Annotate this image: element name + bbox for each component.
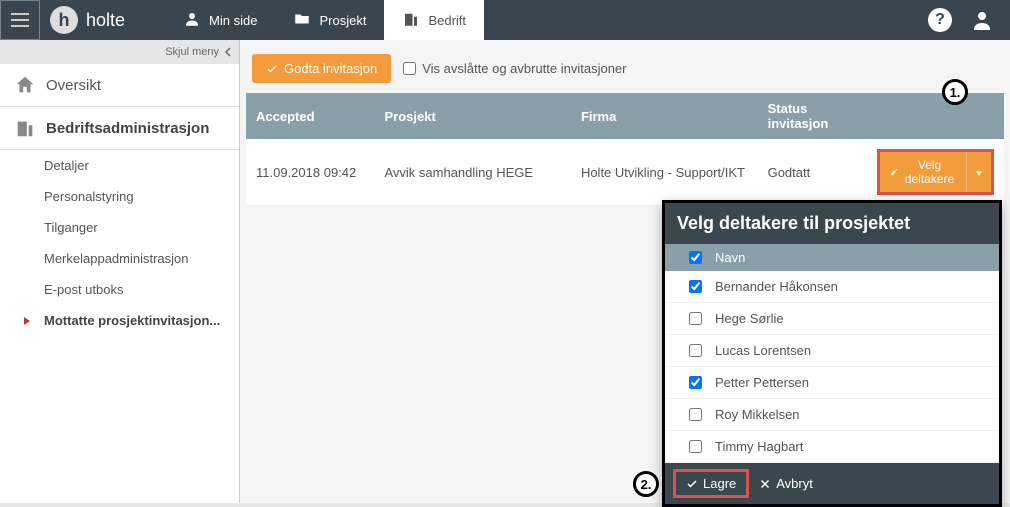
building-icon (14, 117, 36, 139)
popup-row[interactable]: Lucas Lorentsen (665, 335, 999, 367)
button-label: Godta invitasjon (284, 61, 377, 76)
col-firma[interactable]: Firma (571, 93, 758, 139)
user-icon (183, 10, 201, 31)
popup-row[interactable]: Timmy Hagbart (665, 431, 999, 463)
row-name: Petter Pettersen (715, 375, 809, 390)
avbryt-button[interactable]: Avbryt (759, 476, 813, 491)
profile-button[interactable] (968, 6, 996, 34)
sidebar-item-epost[interactable]: E-post utboks (0, 274, 239, 305)
popup-row[interactable]: Petter Pettersen (665, 367, 999, 399)
nav-bedrift[interactable]: Bedrift (384, 0, 484, 40)
home-icon (14, 74, 36, 96)
vis-avslatte-toggle[interactable]: Vis avslåtte og avbrutte invitasjoner (403, 61, 626, 76)
col-accepted[interactable]: Accepted (246, 93, 374, 139)
help-icon: ? (928, 8, 952, 32)
row-checkbox[interactable] (689, 376, 702, 389)
row-checkbox[interactable] (689, 408, 702, 421)
nav-min-side[interactable]: Min side (165, 0, 275, 40)
user-icon (970, 8, 994, 32)
col-status[interactable]: Status invitasjon (758, 93, 867, 139)
col-navn: Navn (715, 250, 745, 265)
hide-menu-label: Skjul meny (165, 46, 219, 58)
row-name: Hege Sørlie (715, 311, 784, 326)
check-icon (686, 478, 698, 490)
sidebar-oversikt[interactable]: Oversikt (0, 64, 239, 107)
sidebar-item-label: Detaljer (44, 158, 89, 173)
building-icon (402, 10, 420, 31)
sidebar-item-label: Personalstyring (44, 189, 134, 204)
sidebar-label: Bedriftsadministrasjon (46, 120, 209, 137)
row-checkbox[interactable] (689, 440, 702, 453)
col-prosjekt[interactable]: Prosjekt (374, 93, 570, 139)
nav-prosjekt[interactable]: Prosjekt (275, 0, 384, 40)
sidebar-item-label: Mottatte prosjektinvitasjon... (44, 313, 220, 328)
row-name: Roy Mikkelsen (715, 407, 800, 422)
popup-row[interactable]: Roy Mikkelsen (665, 399, 999, 431)
popup-row[interactable]: Hege Sørlie (665, 303, 999, 335)
check-icon (266, 63, 278, 75)
nav-label: Min side (209, 13, 257, 28)
menu-toggle[interactable] (0, 0, 40, 40)
sidebar-item-label: Tilganger (44, 220, 98, 235)
caret-down-icon (975, 169, 983, 177)
sidebar-item-tilganger[interactable]: Tilganger (0, 212, 239, 243)
button-label: Avbryt (776, 476, 813, 491)
row-checkbox[interactable] (689, 344, 702, 357)
nav-label: Prosjekt (319, 13, 366, 28)
cell-firma: Holte Utvikling - Support/IKT (571, 139, 758, 206)
popup-title: Velg deltakere til prosjektet (665, 203, 999, 244)
help-button[interactable]: ? (926, 6, 954, 34)
hide-menu-toggle[interactable]: Skjul meny (0, 40, 239, 64)
invitations-table: Accepted Prosjekt Firma Status invitasjo… (246, 93, 1004, 206)
cell-prosjekt: Avvik samhandling HEGE (374, 139, 570, 206)
button-label: Velg deltakere (903, 158, 956, 186)
lagre-button[interactable]: Lagre (673, 469, 749, 498)
logo-text: holte (86, 10, 125, 31)
chevron-left-icon (223, 47, 233, 57)
logo-icon: h (50, 6, 78, 34)
velg-deltakere-popup: Velg deltakere til prosjektet Navn Berna… (662, 200, 1002, 507)
nav-label: Bedrift (428, 13, 466, 28)
folder-icon (293, 10, 311, 31)
annotation-badge-2: 2. (633, 471, 659, 497)
logo[interactable]: h holte (50, 6, 125, 34)
sidebar-item-label: Merkelappadministrasjon (44, 251, 189, 266)
cell-status: Godtatt (758, 139, 867, 206)
close-icon (759, 478, 771, 490)
sidebar-item-merkelapp[interactable]: Merkelappadministrasjon (0, 243, 239, 274)
col-actions: 1. (867, 93, 1004, 139)
row-checkbox[interactable] (689, 312, 702, 325)
annotation-badge-1: 1. (942, 79, 968, 105)
row-name: Bernander Håkonsen (715, 279, 838, 294)
row-checkbox[interactable] (689, 280, 702, 293)
velg-deltakere-dropdown[interactable] (966, 152, 991, 192)
cell-actions: Velg deltakere (867, 139, 1004, 206)
button-label: Lagre (703, 476, 736, 491)
cell-accepted: 11.09.2018 09:42 (246, 139, 374, 206)
sidebar-item-label: E-post utboks (44, 282, 124, 297)
select-all-checkbox[interactable] (689, 251, 702, 264)
edit-icon (890, 166, 898, 178)
checkbox-label: Vis avslåtte og avbrutte invitasjoner (422, 61, 626, 76)
row-name: Timmy Hagbart (715, 439, 803, 454)
sidebar-item-personalstyring[interactable]: Personalstyring (0, 181, 239, 212)
row-name: Lucas Lorentsen (715, 343, 811, 358)
table-row[interactable]: 11.09.2018 09:42 Avvik samhandling HEGE … (246, 139, 1004, 206)
sidebar-label: Oversikt (46, 77, 101, 94)
sidebar-item-mottatte[interactable]: Mottatte prosjektinvitasjon... (0, 305, 239, 336)
popup-row[interactable]: Bernander Håkonsen (665, 271, 999, 303)
sidebar-bedrift-admin[interactable]: Bedriftsadministrasjon (0, 107, 239, 150)
velg-deltakere-button[interactable]: Velg deltakere (880, 152, 966, 192)
vis-avslatte-checkbox[interactable] (403, 62, 416, 75)
godta-invitasjon-button[interactable]: Godta invitasjon (252, 54, 391, 83)
sidebar-item-detaljer[interactable]: Detaljer (0, 150, 239, 181)
